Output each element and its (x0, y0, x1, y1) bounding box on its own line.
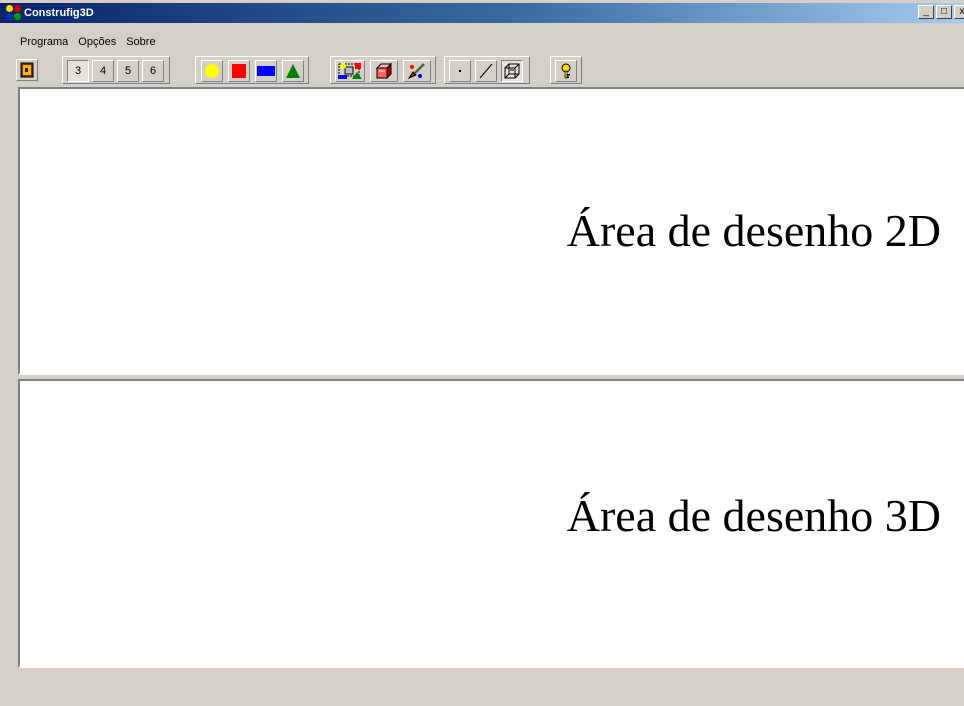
rectangle-shape-button[interactable] (255, 60, 277, 82)
tools-group (330, 56, 436, 84)
blue-rectangle-icon (257, 66, 275, 76)
shapes-group (195, 56, 309, 84)
red-square-icon (232, 64, 246, 78)
sides-group: 3 4 5 6 (62, 56, 170, 84)
shape-palette-icon (338, 63, 362, 79)
drawing-area-3d-label: Área de desenho 3D (566, 490, 941, 541)
drawing-area-2d[interactable]: Área de desenho 2D (18, 87, 964, 375)
menu-opcoes[interactable]: Opções (73, 34, 121, 50)
green-triangle-icon (286, 64, 300, 78)
help-key-icon (561, 63, 571, 79)
draw-mode-group (444, 56, 530, 84)
title-bar[interactable]: Construfig3D _ □ x (0, 3, 964, 23)
square-shape-button[interactable] (228, 60, 250, 82)
triangle-shape-button[interactable] (282, 60, 304, 82)
exit-button[interactable] (16, 59, 38, 81)
point-mode-button[interactable] (449, 60, 471, 82)
3d-box-button[interactable] (370, 60, 398, 82)
wireframe-cube-icon (504, 63, 520, 79)
menu-programa[interactable]: Programa (0, 34, 73, 50)
line-icon (479, 63, 493, 79)
sides-3-button[interactable]: 3 (67, 60, 89, 82)
wireframe-mode-button[interactable] (501, 60, 523, 82)
help-button[interactable] (555, 60, 577, 82)
yellow-circle-icon (205, 64, 219, 78)
drawing-area-3d[interactable]: Área de desenho 3D (18, 379, 964, 668)
point-icon (459, 70, 461, 72)
sides-5-button[interactable]: 5 (117, 60, 139, 82)
paint-brush-icon (407, 62, 426, 80)
menu-bar: Programa Opções Sobre (0, 34, 161, 50)
sides-4-button[interactable]: 4 (92, 60, 114, 82)
exit-door-icon (20, 62, 34, 78)
line-mode-button[interactable] (475, 60, 497, 82)
status-bar (0, 672, 964, 706)
window-title: Construfig3D (24, 7, 94, 19)
menu-sobre[interactable]: Sobre (121, 34, 160, 50)
paint-brush-button[interactable] (403, 60, 431, 82)
help-group (550, 56, 582, 84)
circle-shape-button[interactable] (201, 60, 223, 82)
sides-6-button[interactable]: 6 (142, 60, 164, 82)
minimize-button[interactable]: _ (918, 5, 934, 19)
close-button[interactable]: x (954, 5, 964, 19)
app-window: Construfig3D _ □ x Programa Opções Sobre… (0, 0, 964, 706)
drawing-area-2d-label: Área de desenho 2D (566, 205, 941, 256)
app-logo-icon (6, 5, 22, 21)
3d-box-icon (375, 62, 393, 80)
maximize-button[interactable]: □ (936, 5, 952, 19)
toolbar: 3 4 5 6 (14, 56, 964, 84)
shape-palette-button[interactable] (335, 60, 365, 82)
caption-buttons: _ □ x (918, 5, 964, 19)
